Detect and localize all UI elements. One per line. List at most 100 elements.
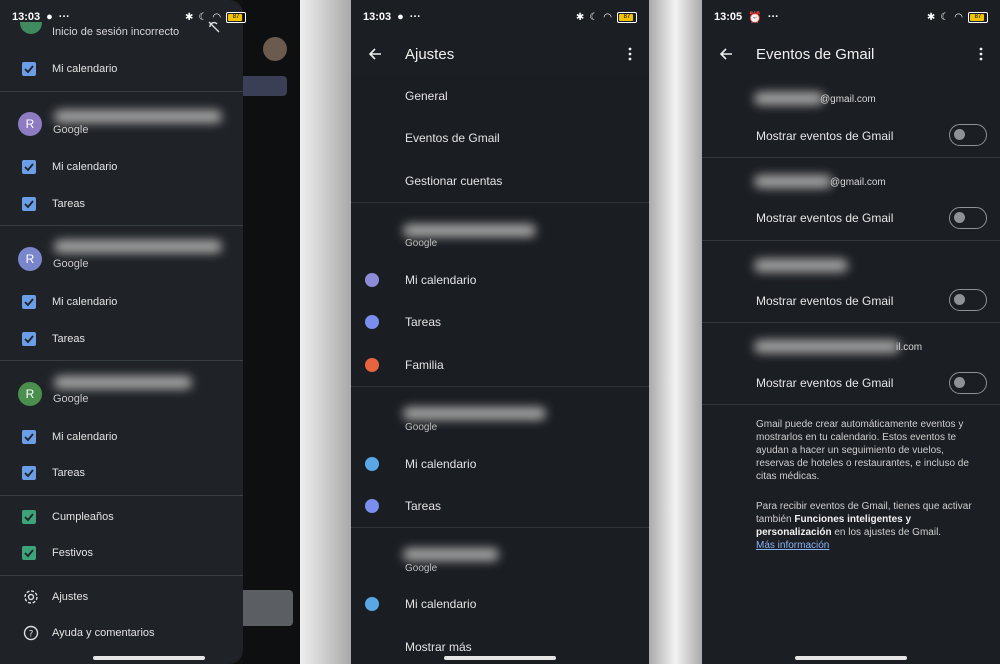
- wifi-icon: ◠: [954, 11, 963, 23]
- settings-item-eventos-gmail[interactable]: Eventos de Gmail: [405, 131, 500, 145]
- show-more-button[interactable]: Mostrar más: [405, 640, 472, 654]
- settings-calendar-mi-calendario-3[interactable]: Mi calendario: [405, 597, 476, 611]
- redacted-account-name: [54, 110, 222, 123]
- more-info-link[interactable]: Más información: [756, 540, 829, 551]
- drawer-item-cumpleanos[interactable]: Cumpleaños: [0, 499, 243, 535]
- moon-icon: ☾: [589, 11, 599, 23]
- account-provider: Google: [405, 238, 438, 249]
- drawer-item-mi-calendario-0[interactable]: Mi calendario: [0, 51, 243, 87]
- info-paragraph-2: Para recibir eventos de Gmail, tienes qu…: [756, 500, 976, 552]
- wifi-icon: ◠: [603, 11, 612, 23]
- page-title: Eventos de Gmail: [756, 45, 875, 63]
- settings-calendar-familia[interactable]: Familia: [405, 358, 444, 372]
- toggle-label: Mostrar eventos de Gmail: [756, 294, 894, 308]
- drawer-item-label: Ajustes: [52, 591, 89, 603]
- back-arrow-icon[interactable]: [367, 46, 383, 62]
- settings-calendar-tareas-2[interactable]: Tareas: [405, 499, 441, 513]
- settings-calendar-mi-calendario-1[interactable]: Mi calendario: [405, 273, 476, 287]
- more-vert-icon[interactable]: [974, 46, 988, 62]
- redacted-email: [754, 175, 832, 188]
- redacted-account-name: [403, 224, 536, 237]
- settings-list: General Eventos de Gmail Gestionar cuent…: [351, 74, 649, 664]
- calendar-color-dot: [365, 597, 379, 611]
- divider: [0, 575, 243, 576]
- checkbox-icon[interactable]: [22, 62, 36, 76]
- drawer-item-mi-calendario-2[interactable]: Mi calendario: [0, 284, 243, 320]
- redacted-account-name: [54, 376, 192, 389]
- checkbox-icon[interactable]: [22, 510, 36, 524]
- drawer-item-ayuda[interactable]: ? Ayuda y comentarios: [0, 615, 243, 651]
- battery-icon: 87: [617, 11, 637, 23]
- gmail-events-toggle[interactable]: [949, 372, 987, 394]
- drawer-item-mi-calendario-3[interactable]: Mi calendario: [0, 419, 243, 455]
- drawer-item-label: Mi calendario: [52, 431, 118, 443]
- sync-off-icon[interactable]: [207, 20, 221, 34]
- divider: [702, 322, 1000, 323]
- drawer-item-label: Mi calendario: [52, 63, 118, 75]
- drawer-item-label: Mi calendario: [52, 296, 118, 308]
- account-avatar: R: [18, 247, 42, 271]
- calendar-color-dot: [365, 273, 379, 287]
- settings-calendar-tareas-1[interactable]: Tareas: [405, 315, 441, 329]
- calendar-color-dot: [365, 499, 379, 513]
- drawer-item-festivos[interactable]: Festivos: [0, 535, 243, 571]
- drawer-item-tareas-3[interactable]: Tareas: [0, 455, 243, 491]
- more-notifications-icon: ···: [767, 11, 779, 23]
- redacted-account-name: [54, 240, 222, 253]
- divider: [702, 240, 1000, 241]
- account-provider: Google: [53, 124, 89, 136]
- drawer-item-label: Mi calendario: [52, 161, 118, 173]
- account-email: il.com: [896, 342, 923, 353]
- info-text: en los ajustes de Gmail.: [831, 527, 942, 538]
- drawer-item-ajustes[interactable]: Ajustes: [0, 579, 243, 615]
- profile-avatar[interactable]: [263, 37, 287, 61]
- checkbox-icon[interactable]: [22, 197, 36, 211]
- background-event-chip: [243, 76, 287, 96]
- checkbox-icon[interactable]: [22, 332, 36, 346]
- gmail-events-toggle[interactable]: [949, 207, 987, 229]
- page-title: Ajustes: [405, 45, 455, 63]
- alarm-icon: ⏰: [748, 11, 762, 24]
- divider: [351, 527, 649, 528]
- gear-icon: [24, 590, 38, 604]
- checkbox-icon[interactable]: [22, 546, 36, 560]
- back-arrow-icon[interactable]: [718, 46, 734, 62]
- drawer-item-tareas-2[interactable]: Tareas: [0, 321, 243, 357]
- checkbox-icon[interactable]: [22, 160, 36, 174]
- status-bar: 13:05 ⏰ ··· ✱ ☾ ◠ 87: [702, 0, 1000, 34]
- gmail-events-toggle[interactable]: [949, 289, 987, 311]
- settings-item-general[interactable]: General: [405, 89, 448, 103]
- divider: [0, 495, 243, 496]
- battery-icon: 87: [968, 11, 988, 23]
- bluetooth-icon: ✱: [926, 11, 936, 23]
- screen-eventos-gmail: 13:05 ⏰ ··· ✱ ☾ ◠ 87 Eventos de Gmail @gmail.…: [702, 0, 1000, 664]
- calendar-background: [243, 0, 300, 664]
- screen-calendar-drawer: 13:03 ● ··· ✱ ☾ ◠ 87 Inicio de sesión incorre…: [0, 0, 300, 664]
- navigation-drawer: 13:03 ● ··· ✱ ☾ ◠ 87 Inicio de sesión incorre…: [0, 0, 247, 664]
- account-avatar: R: [18, 112, 42, 136]
- gmail-events-toggle[interactable]: [949, 124, 987, 146]
- home-indicator[interactable]: [444, 656, 556, 660]
- drawer-item-label: Tareas: [52, 467, 86, 479]
- checkbox-icon[interactable]: [22, 466, 36, 480]
- moon-icon: ☾: [940, 11, 950, 23]
- error-text: Inicio de sesión incorrecto: [52, 26, 180, 38]
- settings-calendar-mi-calendario-2[interactable]: Mi calendario: [405, 457, 476, 471]
- background-fab: [243, 590, 293, 626]
- divider: [0, 225, 243, 226]
- redacted-email: [754, 92, 824, 105]
- account-email: @gmail.com: [830, 177, 886, 188]
- drawer-item-tareas-1[interactable]: Tareas: [0, 186, 243, 222]
- more-vert-icon[interactable]: [623, 46, 637, 62]
- drawer-item-label: Tareas: [52, 198, 86, 210]
- drawer-item-label: Cumpleaños: [52, 511, 114, 523]
- divider: [351, 386, 649, 387]
- drawer-item-mi-calendario-1[interactable]: Mi calendario: [0, 149, 243, 185]
- settings-item-gestionar-cuentas[interactable]: Gestionar cuentas: [405, 174, 502, 188]
- home-indicator[interactable]: [93, 656, 205, 660]
- home-indicator[interactable]: [795, 656, 907, 660]
- checkbox-icon[interactable]: [22, 430, 36, 444]
- facebook-icon: ●: [397, 11, 404, 23]
- help-icon: ?: [23, 625, 39, 641]
- checkbox-icon[interactable]: [22, 295, 36, 309]
